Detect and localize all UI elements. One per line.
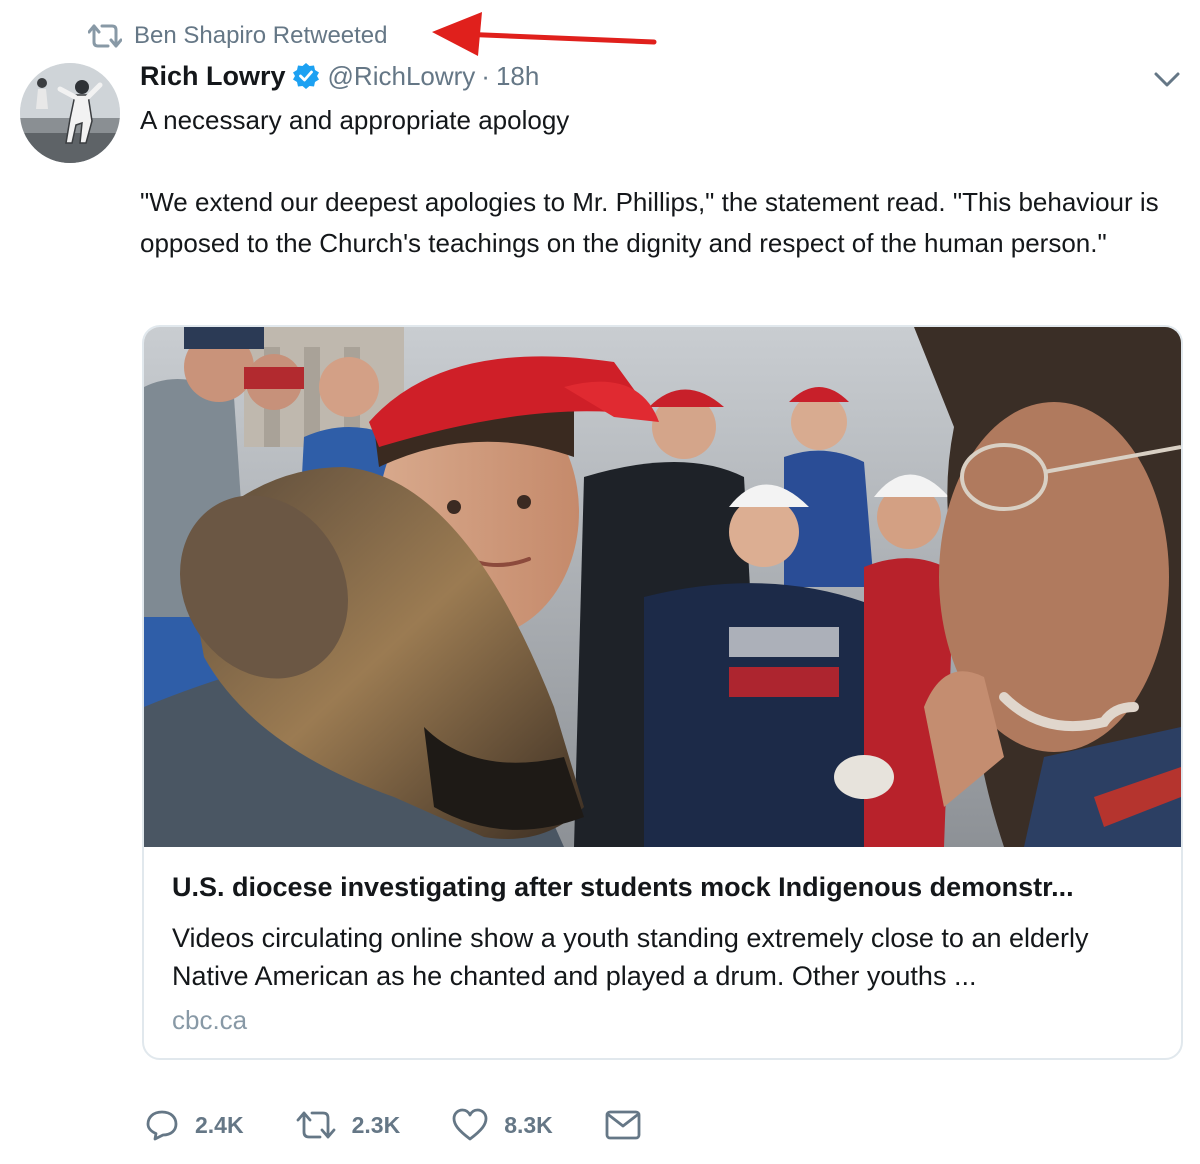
author-avatar[interactable] [20, 63, 120, 163]
tweet-timestamp[interactable]: 18h [496, 61, 539, 92]
verified-badge-icon [292, 62, 320, 90]
tweet-text-line: A necessary and appropriate apology [140, 105, 570, 135]
retweet-header[interactable]: Ben Shapiro Retweeted [87, 20, 388, 52]
tweet-author-line: Rich Lowry @RichLowry · 18h [140, 56, 539, 96]
mail-icon [605, 1110, 641, 1140]
separator-dot: · [481, 60, 490, 91]
direct-message-button[interactable] [605, 1110, 641, 1140]
like-count: 8.3K [504, 1111, 553, 1138]
tweet-text: A necessary and appropriate apology "We … [140, 100, 1160, 264]
card-domain: cbc.ca [172, 1005, 248, 1035]
retweet-header-text: Ben Shapiro Retweeted [134, 22, 388, 49]
reply-count: 2.4K [195, 1111, 244, 1138]
card-news-photo [144, 327, 1181, 847]
chevron-down-icon[interactable] [1152, 68, 1182, 92]
author-handle[interactable]: @RichLowry [328, 61, 476, 92]
retweet-button[interactable]: 2.3K [296, 1108, 401, 1142]
heart-icon [452, 1108, 488, 1142]
tweet-page: Ben Shapiro Retweeted Rich Lowry @RichLo… [0, 0, 1200, 1164]
retweet-icon [296, 1108, 336, 1142]
retweet-count: 2.3K [351, 1111, 401, 1138]
author-name[interactable]: Rich Lowry [140, 61, 286, 92]
like-button[interactable]: 8.3K [452, 1108, 553, 1142]
card-title[interactable]: U.S. diocese investigating after student… [172, 872, 1162, 903]
link-preview-card[interactable]: U.S. diocese investigating after student… [142, 325, 1183, 1060]
tweet-quote-text: "We extend our deepest apologies to Mr. … [140, 187, 1159, 258]
tweet-action-bar: 2.4K 2.3K 8.3K [145, 1105, 693, 1145]
retweet-icon [87, 22, 123, 50]
card-description: Videos circulating online show a youth s… [172, 923, 1089, 991]
reply-icon [145, 1108, 179, 1142]
reply-button[interactable]: 2.4K [145, 1108, 244, 1142]
